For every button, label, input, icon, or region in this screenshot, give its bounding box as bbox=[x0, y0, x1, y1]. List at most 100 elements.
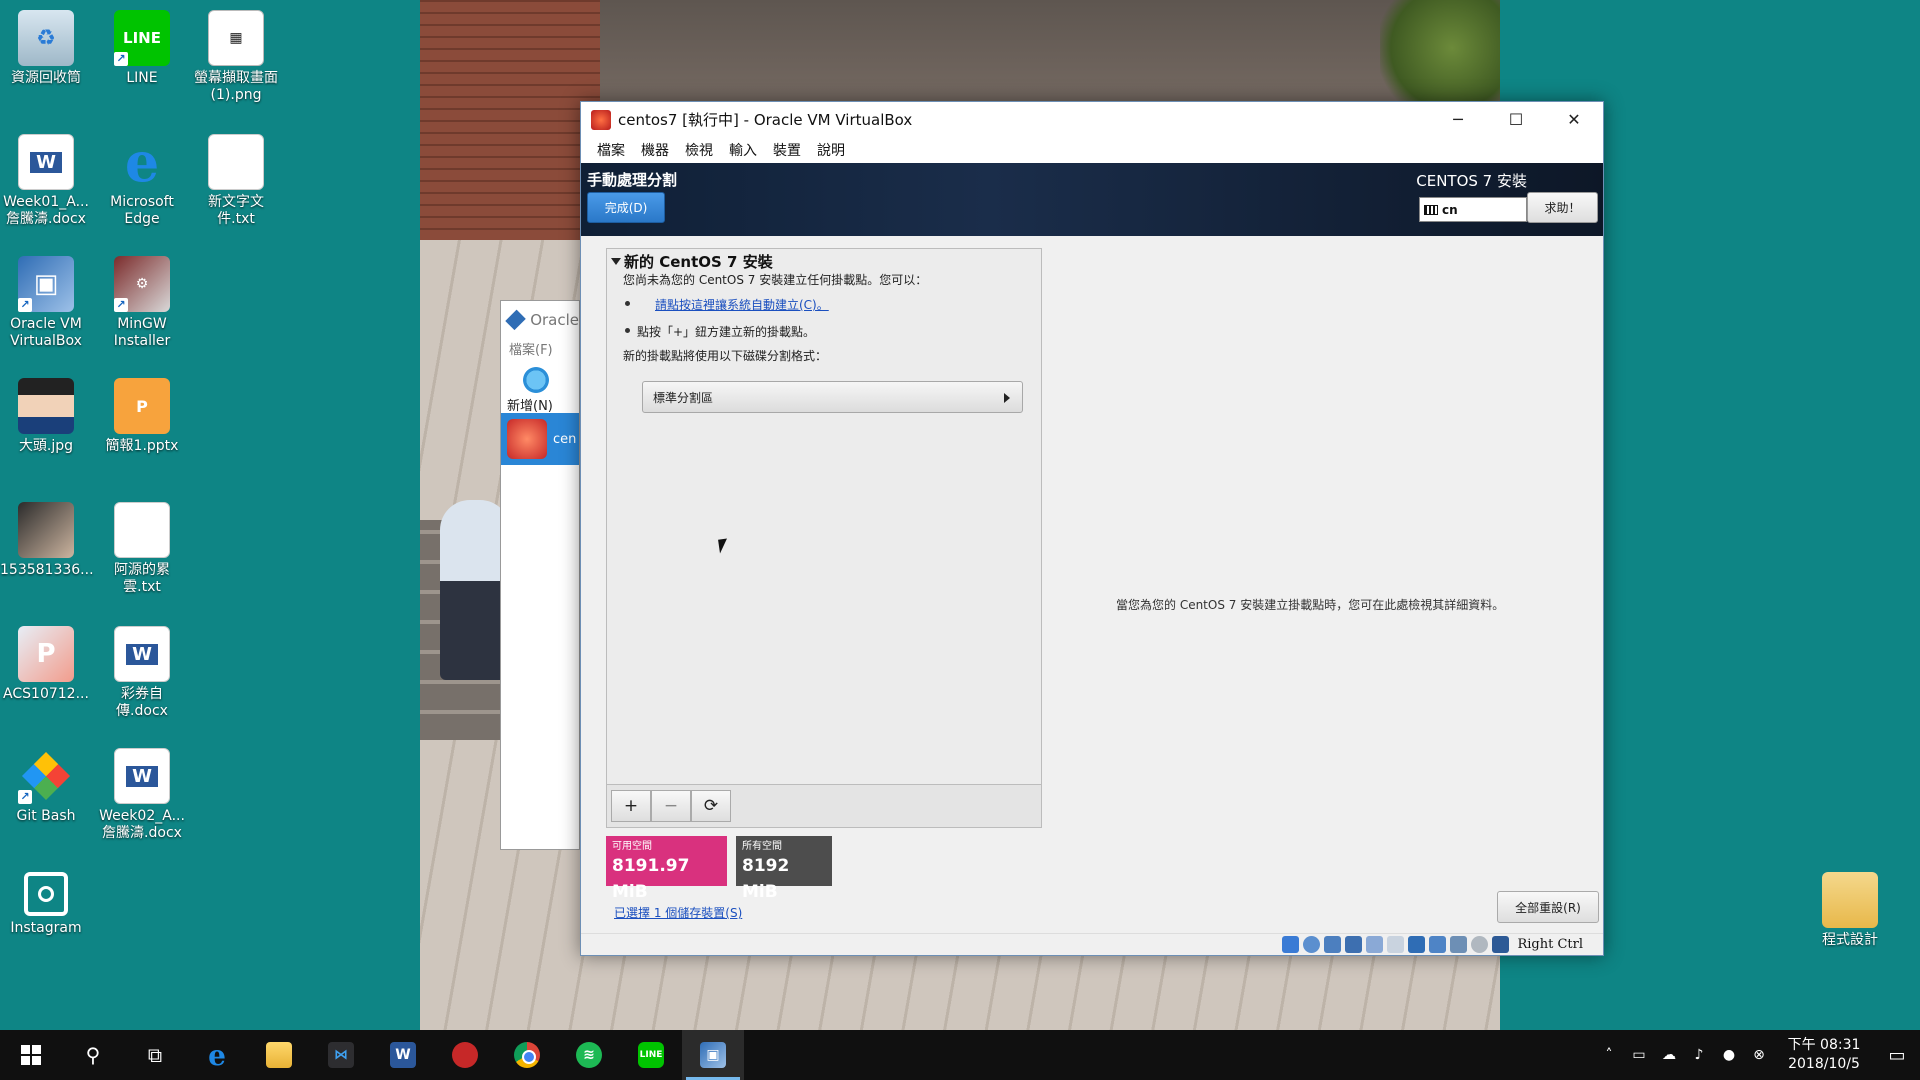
desktop-icon-label: 螢幕擷取畫面 (1).png bbox=[194, 70, 278, 103]
desktop-icon-week01-docx[interactable]: W Week01_A... 詹騰濤.docx bbox=[0, 130, 92, 228]
start-button[interactable] bbox=[0, 1030, 62, 1080]
desktop-icon-virtualbox[interactable]: ▣ ↗ Oracle VM VirtualBox bbox=[0, 252, 92, 350]
minimize-button[interactable]: ─ bbox=[1429, 102, 1487, 137]
desktop-icon-week02-docx[interactable]: W Week02_A... 詹騰濤.docx bbox=[96, 744, 188, 842]
bullet-icon bbox=[625, 328, 630, 333]
git-bash-icon: ↗ bbox=[18, 748, 74, 804]
desktop-icon-line[interactable]: LINE ↗ LINE bbox=[96, 6, 188, 87]
guest-screen[interactable]: 手動處理分割 完成(D) CENTOS 7 安裝 cn 求助！ 新的 CentO… bbox=[581, 163, 1603, 933]
desktop-icon-acs-pptx[interactable]: P ACS10712... bbox=[0, 622, 92, 703]
word-icon: W bbox=[390, 1042, 416, 1068]
desktop-icon-photo-153[interactable]: 153581336... bbox=[0, 498, 94, 579]
auto-create-link[interactable]: 請點按這裡讓系統自動建立(C)。 bbox=[655, 296, 829, 313]
tray-red-app-icon[interactable]: ● bbox=[1714, 1047, 1744, 1063]
menu-help[interactable]: 說明 bbox=[809, 140, 853, 160]
desktop-icon-photo-jpg[interactable]: 大頭.jpg bbox=[0, 374, 92, 455]
partition-scheme-select[interactable]: 標準分割區 bbox=[642, 381, 1023, 413]
help-button[interactable]: 求助！ bbox=[1527, 192, 1598, 223]
keyboard-layout-indicator[interactable]: cn bbox=[1419, 197, 1527, 222]
video-capture-icon[interactable] bbox=[1429, 936, 1447, 953]
storage-devices-link[interactable]: 已選擇 1 個儲存裝置(S) bbox=[614, 904, 742, 921]
host-key-label: Right Ctrl bbox=[1517, 937, 1583, 952]
onedrive-icon[interactable]: ☁ bbox=[1654, 1047, 1684, 1063]
desktop-icon-instagram[interactable]: Instagram bbox=[0, 868, 92, 937]
maximize-button[interactable]: ☐ bbox=[1487, 102, 1545, 137]
hard-disk-icon[interactable] bbox=[1282, 936, 1300, 953]
tray-status-icon[interactable]: ⊗ bbox=[1744, 1047, 1774, 1063]
desktop-icon-label: 彩券自傳.docx bbox=[116, 686, 168, 719]
spotify-icon: ≋ bbox=[576, 1042, 602, 1068]
menu-machine[interactable]: 機器 bbox=[633, 140, 677, 160]
battery-icon[interactable]: ▭ bbox=[1624, 1047, 1654, 1063]
desktop-icon-label: 153581336... bbox=[0, 562, 94, 578]
virtualbox-icon: ▣ ↗ bbox=[18, 256, 74, 312]
taskbar-spotify[interactable]: ≋ bbox=[558, 1030, 620, 1080]
network-icon[interactable] bbox=[1345, 936, 1363, 953]
notification-center-icon[interactable]: ▭ bbox=[1874, 1045, 1920, 1066]
menu-devices[interactable]: 裝置 bbox=[765, 140, 809, 160]
cpu-icon[interactable] bbox=[1450, 936, 1468, 953]
menu-file[interactable]: 檔案 bbox=[589, 140, 633, 160]
optical-drive-icon[interactable] bbox=[1303, 936, 1321, 953]
vm-window[interactable]: centos7 [執行中] - Oracle VM VirtualBox ─ ☐… bbox=[580, 101, 1604, 956]
taskbar-virtualbox[interactable]: ▣ bbox=[682, 1030, 744, 1080]
install-section-header[interactable]: 新的 CentOS 7 安裝 bbox=[611, 251, 773, 272]
desktop-icon-git-bash[interactable]: ↗ Git Bash bbox=[0, 744, 92, 825]
product-title: CENTOS 7 安裝 bbox=[1416, 172, 1527, 190]
details-placeholder-text: 當您為您的 CentOS 7 安裝建立掛載點時，您可在此處檢視其詳細資料。 bbox=[1116, 598, 1505, 612]
menu-input[interactable]: 輸入 bbox=[721, 140, 765, 160]
desktop-icon-new-txt[interactable]: 新文字文件.txt bbox=[190, 130, 282, 228]
taskbar-word[interactable]: W bbox=[372, 1030, 434, 1080]
system-tray: ˄ ▭ ☁ ♪ ● ⊗ 下午 08:31 2018/10/5 ▭ bbox=[1594, 1030, 1920, 1080]
desktop-icon-mingw[interactable]: ⚙ ↗ MinGW Installer bbox=[96, 252, 188, 350]
text-file-icon bbox=[208, 134, 264, 190]
photo-file-icon bbox=[18, 378, 74, 434]
usb-icon[interactable] bbox=[1366, 936, 1384, 953]
manager-vm-item[interactable]: cen bbox=[501, 413, 579, 465]
desktop-icon-screenshot-png[interactable]: ▦ 螢幕擷取畫面 (1).png bbox=[190, 6, 282, 104]
desktop-icon-label: Microsoft Edge bbox=[110, 194, 174, 227]
tray-overflow-icon[interactable]: ˄ bbox=[1594, 1047, 1624, 1063]
display-icon[interactable] bbox=[1408, 936, 1426, 953]
taskbar-red-app[interactable] bbox=[434, 1030, 496, 1080]
desktop-icon-program-folder[interactable]: 程式設計 bbox=[1804, 868, 1896, 949]
wallpaper-bricks bbox=[420, 0, 600, 240]
desktop-icon-txt-2[interactable]: 阿源的累雲.txt bbox=[96, 498, 188, 596]
desktop-icon-pptx[interactable]: P 簡報1.pptx bbox=[96, 374, 188, 455]
reset-all-button[interactable]: 全部重設(R) bbox=[1497, 891, 1599, 923]
desktop-icon-docx-3[interactable]: W 彩券自傳.docx bbox=[96, 622, 188, 720]
menu-view[interactable]: 檢視 bbox=[677, 140, 721, 160]
mount-point-panel: 新的 CentOS 7 安裝 您尚未為您的 CentOS 7 安裝建立任何掛載點… bbox=[606, 248, 1042, 828]
add-mount-point-button[interactable]: + bbox=[611, 790, 651, 822]
visual-studio-icon: ⋈ bbox=[328, 1042, 354, 1068]
taskbar-visual-studio[interactable]: ⋈ bbox=[310, 1030, 372, 1080]
mouse-integration-icon[interactable] bbox=[1471, 936, 1489, 953]
done-button[interactable]: 完成(D) bbox=[587, 192, 665, 223]
instagram-icon bbox=[24, 872, 68, 916]
close-button[interactable]: ✕ bbox=[1545, 102, 1603, 137]
volume-icon[interactable]: ♪ bbox=[1684, 1047, 1714, 1063]
audio-icon[interactable] bbox=[1324, 936, 1342, 953]
search-button[interactable]: ⚲ bbox=[62, 1030, 124, 1080]
desktop-icon-edge[interactable]: e Microsoft Edge bbox=[96, 130, 188, 228]
taskbar-chrome[interactable] bbox=[496, 1030, 558, 1080]
taskbar-clock[interactable]: 下午 08:31 2018/10/5 bbox=[1774, 1036, 1874, 1074]
virtualbox-manager-window[interactable]: Oracle 檔案(F) 新增(N) cen bbox=[500, 300, 580, 850]
task-view-button[interactable]: ⧉ bbox=[124, 1030, 186, 1080]
taskbar-edge[interactable]: e bbox=[186, 1030, 248, 1080]
partition-scheme-value: 標準分割區 bbox=[653, 390, 714, 405]
window-titlebar[interactable]: centos7 [執行中] - Oracle VM VirtualBox ─ ☐… bbox=[581, 102, 1603, 137]
text-file-icon bbox=[114, 502, 170, 558]
remove-mount-point-button[interactable]: − bbox=[651, 790, 691, 822]
refresh-button[interactable]: ⟳ bbox=[691, 790, 731, 822]
desktop-icon-recycle-bin[interactable]: ♻ 資源回收筒 bbox=[0, 6, 92, 87]
manager-new-button[interactable]: 新增(N) bbox=[501, 361, 579, 414]
manager-menu-file[interactable]: 檔案(F) bbox=[501, 339, 579, 361]
powerpoint-icon: P bbox=[114, 378, 170, 434]
shared-folders-icon[interactable] bbox=[1387, 936, 1405, 953]
taskbar-file-explorer[interactable] bbox=[248, 1030, 310, 1080]
desktop-icon-label: MinGW Installer bbox=[113, 316, 171, 349]
recycle-bin-icon: ♻ bbox=[18, 10, 74, 66]
taskbar-line[interactable]: LINE bbox=[620, 1030, 682, 1080]
page-title: 手動處理分割 bbox=[587, 171, 678, 189]
